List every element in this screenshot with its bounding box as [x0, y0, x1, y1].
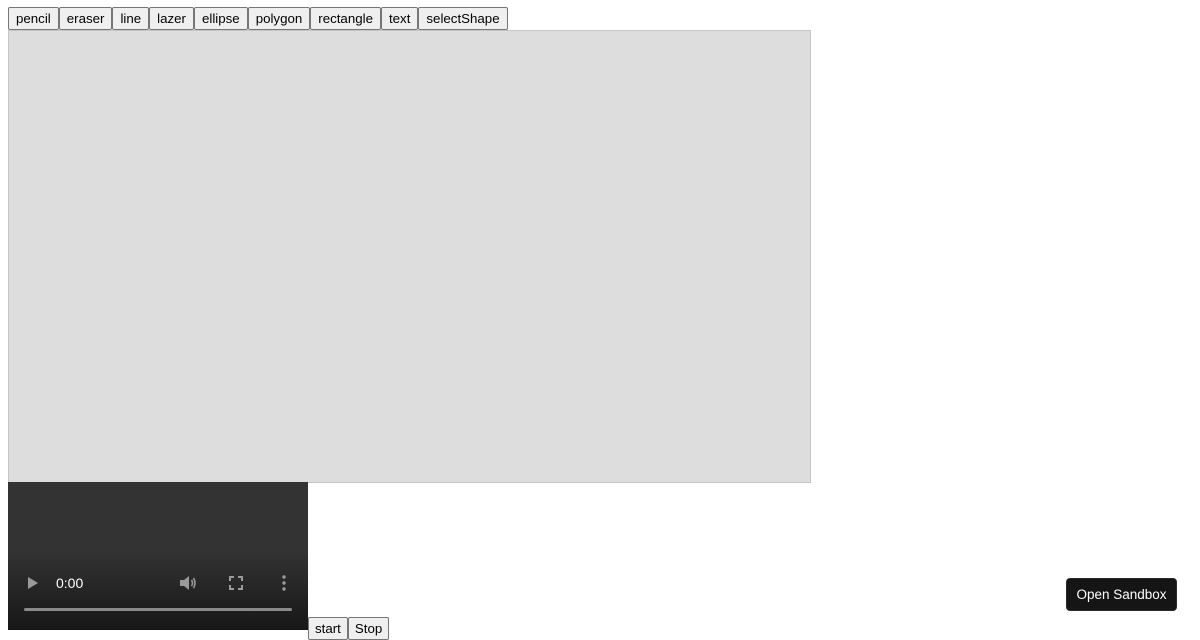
video-player[interactable]: 0:00	[8, 482, 308, 630]
tool-polygon-button[interactable]: polygon	[247, 7, 311, 30]
video-time-display: 0:00	[56, 575, 84, 591]
volume-icon[interactable]	[176, 572, 200, 594]
start-button[interactable]: start	[308, 617, 348, 640]
stop-button[interactable]: Stop	[347, 617, 390, 640]
fullscreen-icon[interactable]	[226, 572, 246, 594]
tool-pencil-button[interactable]: pencil	[8, 7, 59, 30]
more-vert-icon[interactable]	[274, 572, 294, 594]
video-controls: 0:00	[8, 572, 308, 594]
play-icon[interactable]	[24, 572, 42, 594]
tool-line-button[interactable]: line	[112, 7, 150, 30]
tool-eraser-button[interactable]: eraser	[58, 7, 113, 30]
tool-ellipse-button[interactable]: ellipse	[193, 7, 248, 30]
drawing-canvas[interactable]	[8, 30, 811, 483]
tool-select-shape-button[interactable]: selectShape	[418, 7, 508, 30]
open-sandbox-button[interactable]: Open Sandbox	[1066, 578, 1177, 611]
recording-controls: start Stop	[308, 617, 390, 640]
video-progress-bar[interactable]	[24, 608, 292, 611]
drawing-toolbar: pencil eraser line lazer ellipse polygon…	[8, 7, 508, 30]
tool-lazer-button[interactable]: lazer	[149, 7, 194, 30]
tool-rectangle-button[interactable]: rectangle	[310, 7, 381, 30]
tool-text-button[interactable]: text	[380, 7, 419, 30]
